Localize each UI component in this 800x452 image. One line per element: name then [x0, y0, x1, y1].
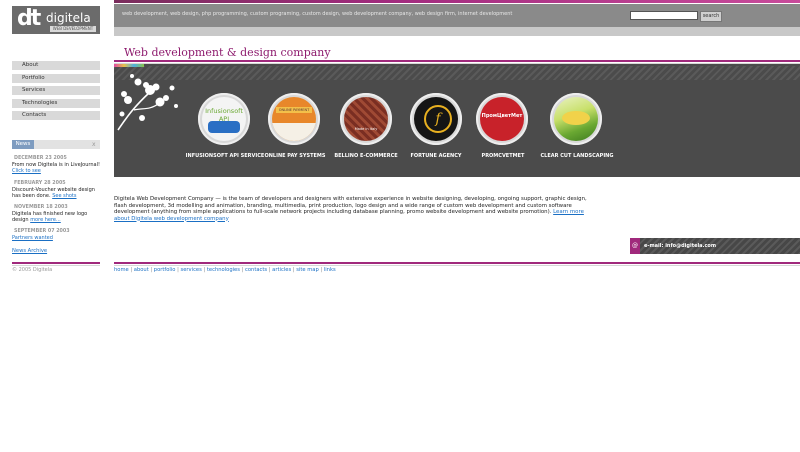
header-keywords: web development, web design, php program…: [122, 11, 513, 17]
portfolio-thumb: ONLINE PAYMENT: [272, 97, 316, 141]
page-title: Web development & design company: [124, 46, 331, 59]
copyright: © 2005 Digitela: [12, 267, 53, 273]
footer-link-portfolio[interactable]: portfolio: [154, 267, 176, 273]
portfolio-item-online-pay[interactable]: ONLINE PAYMENT: [268, 93, 320, 145]
landscape-art-icon: [562, 111, 590, 125]
news-date: SEPTEMBER 07 2003: [14, 229, 70, 234]
flower-decoration-icon: [117, 74, 178, 131]
news-link[interactable]: Click to see: [12, 168, 41, 174]
search-button[interactable]: search: [700, 11, 722, 22]
nav-item-portfolio[interactable]: Portfolio: [12, 74, 100, 83]
news-date: DECEMBER 23 2005: [14, 156, 67, 161]
nav-item-contacts[interactable]: Contacts: [12, 111, 100, 120]
portfolio-label[interactable]: CLEAR CUT LANDSCAPING: [532, 153, 622, 160]
header-band: [114, 27, 800, 36]
news-item: Partners wanted: [12, 235, 102, 241]
nav-item-about[interactable]: About: [12, 61, 100, 70]
logo-mark: dt: [17, 6, 41, 31]
portfolio-item-infusionsoft[interactable]: Infusionsoft API: [198, 93, 250, 145]
api-badge-icon: [208, 121, 240, 133]
search-input[interactable]: [630, 11, 698, 20]
portfolio-thumb: Made in Italy: [344, 97, 388, 141]
top-accent-stripe: [114, 0, 800, 3]
news-close-icon[interactable]: x: [92, 141, 96, 148]
left-divider-light: [12, 265, 100, 266]
email-icon: @: [630, 238, 640, 254]
footer-link-links[interactable]: links: [324, 267, 336, 273]
portfolio-art-text: ПромЦветМет: [481, 113, 523, 119]
portfolio-art-text: ONLINE PAYMENT: [276, 107, 312, 113]
portfolio-art-panel: [272, 123, 316, 141]
footer-link-articles[interactable]: articles: [272, 267, 291, 273]
portfolio-item-clear-cut[interactable]: [550, 93, 602, 145]
footer-link-services[interactable]: services: [181, 267, 202, 273]
email-link[interactable]: e-mail: info@digitela.com: [644, 243, 716, 249]
news-item: From now Digitela is in LiveJournal! Cli…: [12, 162, 102, 174]
portfolio-art-text: Made in Italy: [354, 127, 378, 131]
news-item: Digitela has finished new logo design mo…: [12, 211, 102, 223]
news-tab[interactable]: News: [12, 140, 34, 149]
nav-item-technologies[interactable]: Technologies: [12, 99, 100, 108]
footer-divider: [114, 262, 800, 264]
footer-link-contacts[interactable]: contacts: [245, 267, 267, 273]
logo-tagline: WEB DEVELOPMENT: [50, 26, 96, 32]
left-divider: [12, 262, 100, 264]
nav-item-services[interactable]: Services: [12, 86, 100, 95]
description-text: Digitela Web Development Company — is th…: [114, 196, 587, 215]
news-item: Discount-Voucher website design has been…: [12, 187, 102, 199]
portfolio-thumb: [554, 97, 598, 141]
portfolio-art-text: f: [424, 105, 452, 133]
logo[interactable]: dt digitela WEB DEVELOPMENT: [12, 6, 100, 34]
company-description: Digitela Web Development Company — is th…: [114, 196, 594, 222]
title-divider: [114, 60, 800, 62]
footer-divider-light: [114, 265, 800, 266]
banner-hatch: [114, 66, 800, 80]
news-link[interactable]: more here...: [30, 217, 61, 223]
news-date: FEBRUARY 28 2005: [14, 181, 66, 186]
footer-link-home[interactable]: home: [114, 267, 129, 273]
footer-link-technologies[interactable]: technologies: [207, 267, 240, 273]
news-archive-link[interactable]: News Archive: [12, 248, 47, 254]
portfolio-thumb: ПромЦветМет: [480, 97, 524, 141]
banner-color-strip: [114, 64, 144, 67]
portfolio-item-fortune[interactable]: f: [410, 93, 462, 145]
footer-nav: home | about | portfolio | services | te…: [114, 267, 336, 273]
news-link[interactable]: See shots: [52, 193, 76, 199]
portfolio-item-bellino[interactable]: Made in Italy: [340, 93, 392, 145]
news-link[interactable]: Partners wanted: [12, 235, 53, 241]
portfolio-thumb: f: [414, 97, 458, 141]
footer-link-about[interactable]: about: [134, 267, 149, 273]
portfolio-thumb: Infusionsoft API: [202, 97, 246, 141]
portfolio-item-promcvetmet[interactable]: ПромЦветМет: [476, 93, 528, 145]
logo-name: digitela: [46, 11, 91, 25]
news-date: NOVEMBER 18 2003: [14, 205, 68, 210]
footer-link-site-map[interactable]: site map: [296, 267, 319, 273]
